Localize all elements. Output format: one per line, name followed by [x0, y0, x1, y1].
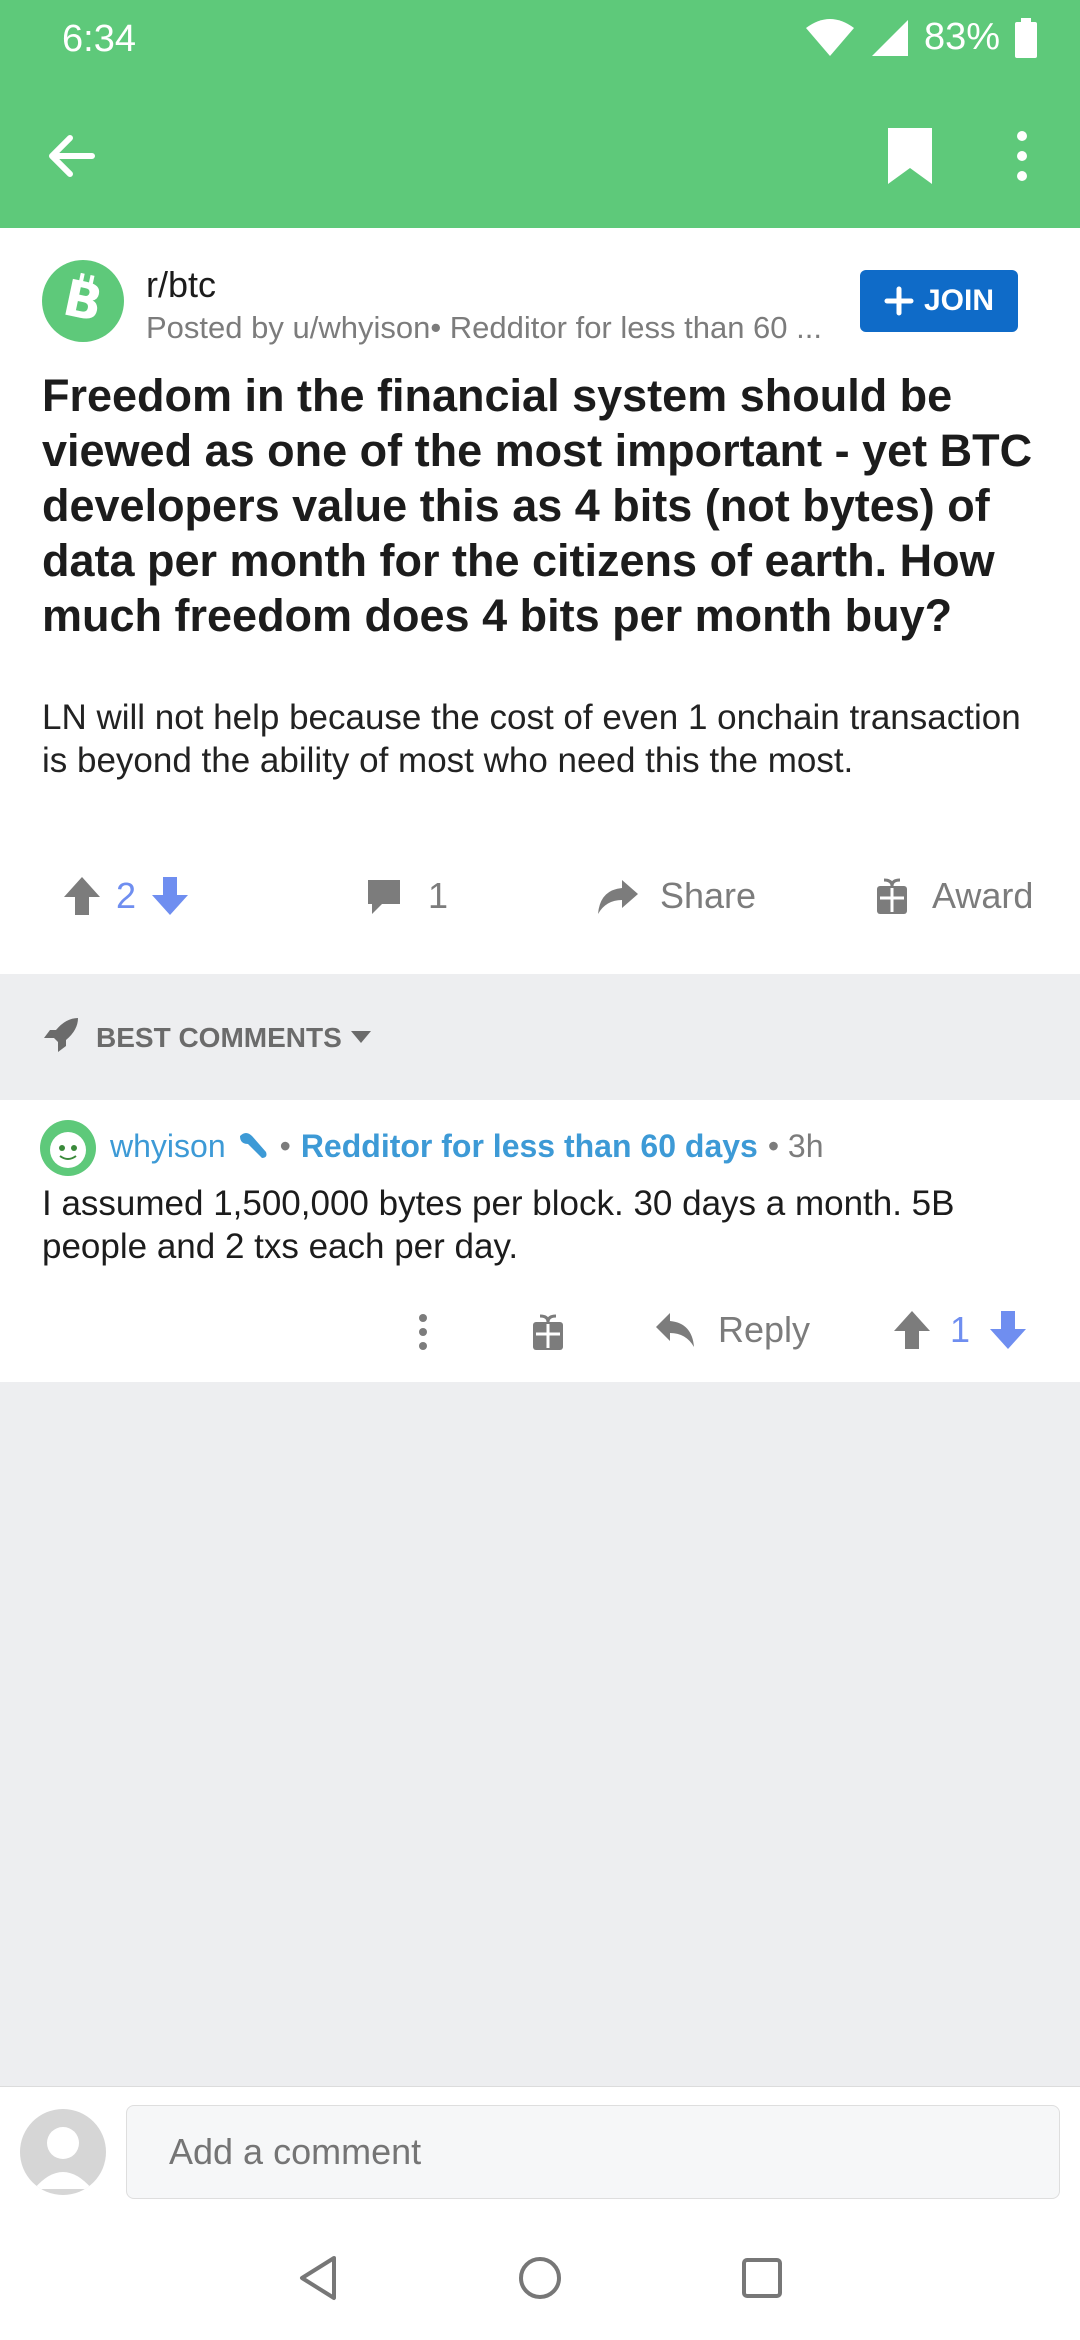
meta-separator: • — [279, 1128, 291, 1164]
wrench-icon — [239, 1132, 267, 1158]
plus-icon — [884, 286, 914, 316]
upvote-icon[interactable] — [62, 875, 102, 917]
post-score: 2 — [116, 875, 137, 916]
post-body: LN will not help because the cost of eve… — [42, 698, 1021, 780]
join-button[interactable]: JOIN — [860, 270, 1018, 332]
post-card: B r/btc Posted by u/whyison• Redditor fo… — [0, 228, 1080, 974]
nav-recents-icon[interactable] — [734, 2250, 790, 2306]
share-button[interactable]: Share — [596, 856, 756, 936]
user-flair: Redditor for less than 60 days — [300, 1128, 758, 1164]
nav-back-icon[interactable] — [290, 2250, 346, 2306]
chevron-down-icon — [351, 1031, 371, 1043]
comment-score: 1 — [950, 1309, 971, 1350]
share-label: Share — [660, 875, 757, 916]
user-avatar[interactable] — [20, 2109, 106, 2195]
comment-body: I assumed 1,500,000 bytes per block. 30 … — [42, 1184, 955, 1266]
signal-icon — [871, 19, 908, 56]
status-time: 6:34 — [62, 18, 136, 60]
comment-vote-group: 1 — [892, 1290, 1028, 1370]
downvote-icon[interactable] — [988, 1309, 1028, 1351]
bitcoin-icon: B — [58, 269, 107, 334]
status-bar: 6:34 83% — [0, 0, 1080, 80]
more-vertical-icon[interactable] — [408, 1312, 438, 1352]
back-arrow-icon[interactable] — [40, 124, 104, 188]
post-action-bar: 2 1 Share Award — [0, 856, 1080, 936]
system-nav-bar — [0, 2214, 1080, 2340]
reply-button[interactable]: Reply — [654, 1290, 810, 1370]
comment-sort-bar[interactable]: BEST COMMENTS — [0, 974, 1080, 1100]
sort-label: BEST COMMENTS — [96, 1022, 342, 1053]
post-comments-button[interactable]: 1 — [364, 856, 448, 936]
battery-icon — [1015, 17, 1037, 58]
comment-icon — [368, 880, 400, 914]
comment: whyison • Redditor for less than 60 days… — [0, 1100, 1080, 1382]
bookmark-icon[interactable] — [880, 124, 940, 188]
snoo-avatar-icon — [50, 1132, 86, 1168]
comment-meta: whyison • Redditor for less than 60 days… — [110, 1128, 824, 1165]
posted-by[interactable]: Posted by u/whyison• Redditor for less t… — [146, 310, 846, 346]
comment-author[interactable]: whyison — [110, 1128, 226, 1165]
share-icon — [598, 880, 638, 914]
nav-home-icon[interactable] — [512, 2250, 568, 2306]
post-title: Freedom in the financial system should b… — [42, 370, 1033, 641]
award-button[interactable]: Award — [874, 856, 1033, 936]
gift-icon — [877, 878, 907, 914]
join-label: JOIN — [923, 284, 995, 317]
reply-icon — [656, 1313, 694, 1347]
upvote-icon[interactable] — [892, 1309, 932, 1351]
app-bar — [0, 80, 1080, 228]
comment-action-bar: Reply 1 — [0, 1290, 1080, 1370]
subreddit-avatar[interactable]: B — [42, 260, 124, 342]
post-vote-group: 2 — [62, 856, 190, 936]
reply-label: Reply — [718, 1309, 811, 1350]
gift-icon[interactable] — [530, 1312, 566, 1352]
comment-input[interactable] — [126, 2105, 1060, 2199]
downvote-icon[interactable] — [150, 875, 190, 917]
award-label: Award — [932, 875, 1034, 916]
status-icons: 83% — [804, 16, 1038, 59]
commenter-avatar[interactable] — [40, 1120, 96, 1176]
subreddit-name[interactable]: r/btc — [146, 264, 216, 306]
rocket-icon — [44, 1018, 78, 1052]
comment-count: 1 — [428, 875, 449, 916]
comment-time: • 3h — [767, 1128, 824, 1164]
battery-percent: 83% — [923, 16, 1000, 58]
wifi-icon — [805, 18, 854, 56]
user-icon — [34, 2127, 92, 2189]
comment-composer — [0, 2086, 1080, 2214]
more-vertical-icon[interactable] — [1002, 124, 1042, 188]
